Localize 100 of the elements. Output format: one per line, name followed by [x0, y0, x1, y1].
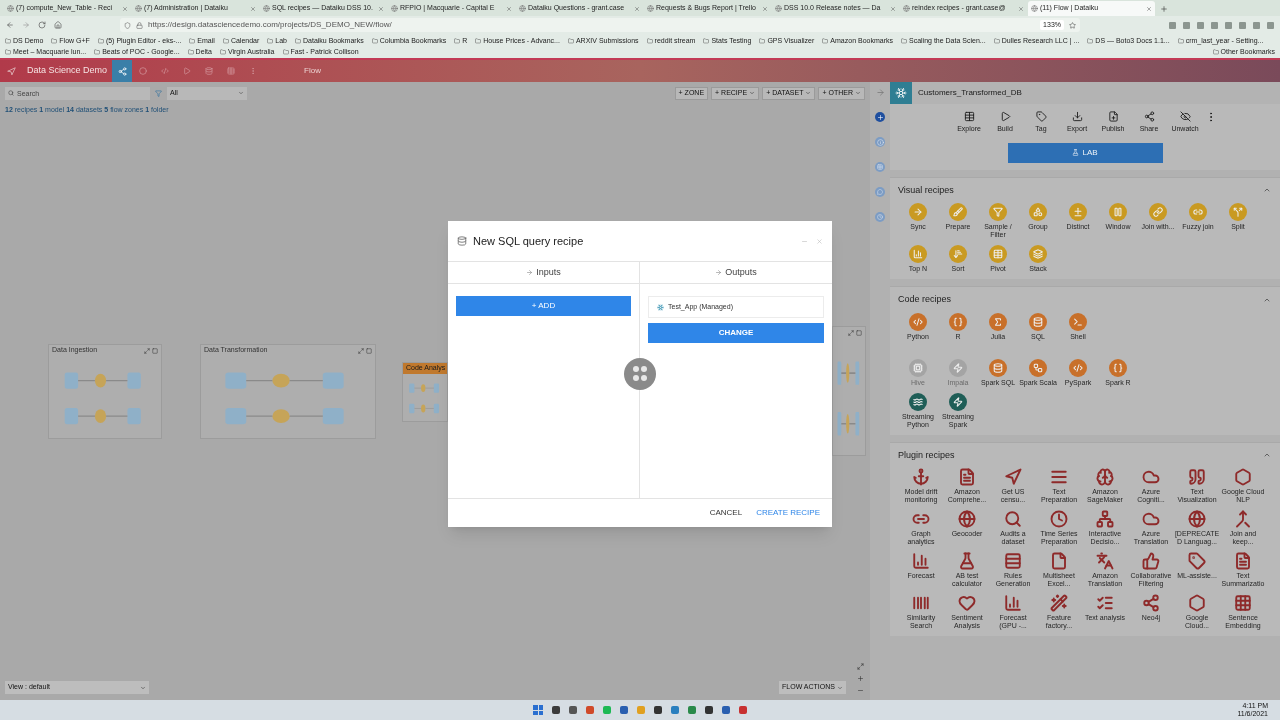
- layers-icon: [1029, 245, 1047, 263]
- app-icon[interactable]: [569, 706, 577, 714]
- home-icon[interactable]: [54, 21, 62, 29]
- folder-icon: [646, 37, 653, 44]
- info-icon[interactable]: [875, 137, 885, 147]
- close-icon[interactable]: [378, 5, 384, 12]
- app-icon[interactable]: [654, 706, 662, 714]
- brain-icon: [1096, 468, 1114, 486]
- publish-icon: [1107, 111, 1119, 122]
- caret-icon: [140, 684, 146, 691]
- app-icon[interactable]: [620, 706, 628, 714]
- folder-icon: [267, 37, 274, 44]
- folder-icon: [454, 37, 461, 44]
- arrow-icon[interactable]: [875, 88, 885, 97]
- app-icon[interactable]: [705, 706, 713, 714]
- expand-icon[interactable]: [358, 347, 364, 354]
- close-icon[interactable]: [890, 5, 896, 12]
- tag-icon: [1188, 552, 1206, 570]
- close-icon[interactable]: [506, 5, 512, 12]
- folder-icon: [567, 37, 574, 44]
- nav-icon[interactable]: [161, 67, 170, 75]
- hexagon-icon: [1234, 468, 1252, 486]
- app-icon[interactable]: [586, 706, 594, 714]
- search-icon: [1004, 510, 1022, 528]
- fit-icon[interactable]: [857, 663, 864, 670]
- flow-nav-icon[interactable]: [112, 60, 133, 82]
- folder-icon: [1212, 48, 1219, 55]
- clock-icon[interactable]: [875, 212, 885, 222]
- funnel-icon: [989, 203, 1007, 221]
- table-icon[interactable]: [875, 162, 885, 172]
- close-icon[interactable]: [816, 237, 823, 245]
- change-button[interactable]: CHANGE: [648, 323, 824, 343]
- bookmark-star-icon[interactable]: [1069, 21, 1076, 29]
- back-icon[interactable]: [6, 21, 14, 29]
- project-title[interactable]: Data Science Demo: [22, 64, 113, 78]
- folder-icon: [189, 37, 196, 44]
- expand-icon[interactable]: [144, 347, 150, 354]
- cloud-icon: [1142, 468, 1160, 486]
- create-recipe-button[interactable]: CREATE RECIPE: [756, 507, 820, 519]
- close-icon[interactable]: [1146, 5, 1152, 12]
- nav-icon[interactable]: [139, 67, 148, 75]
- sort-icon: [949, 245, 967, 263]
- chat-icon[interactable]: [875, 187, 885, 197]
- lab-button[interactable]: LAB: [1007, 142, 1163, 163]
- reload-icon[interactable]: [38, 21, 46, 29]
- close-icon[interactable]: [1018, 5, 1024, 12]
- close-icon[interactable]: [250, 5, 256, 12]
- page-title: Flow: [304, 65, 321, 77]
- folder-icon: [475, 37, 482, 44]
- zoom-out-icon[interactable]: [857, 687, 864, 694]
- nav-icon[interactable]: [183, 67, 192, 75]
- flow-zone[interactable]: [832, 326, 866, 456]
- link-icon: [1149, 203, 1167, 221]
- eye-off-icon: [1179, 111, 1191, 122]
- close-icon[interactable]: [122, 5, 128, 12]
- close-icon[interactable]: [634, 5, 640, 12]
- caret-icon: [238, 90, 244, 96]
- favicon-icon: [775, 5, 782, 12]
- folder-icon: [187, 48, 194, 55]
- navigation-arrow-icon: [1004, 468, 1022, 486]
- app-icon[interactable]: [688, 706, 696, 714]
- document-icon: [958, 468, 976, 486]
- output-arrow-icon: [715, 269, 723, 276]
- add-input-button[interactable]: + ADD: [456, 296, 631, 316]
- zoom-in-icon[interactable]: [857, 675, 864, 682]
- caret-icon: [749, 90, 756, 96]
- app-icon[interactable]: [671, 706, 679, 714]
- window-icon[interactable]: [856, 329, 862, 336]
- folder-icon: [371, 37, 378, 44]
- window-icon[interactable]: [152, 347, 158, 354]
- caret-icon: [855, 90, 861, 96]
- nav-icon[interactable]: [205, 67, 214, 75]
- app-icon[interactable]: [552, 706, 560, 714]
- merge-icon: [1234, 510, 1252, 528]
- flask-icon: [958, 552, 976, 570]
- link-icon: [1189, 203, 1207, 221]
- app-icon[interactable]: [739, 706, 747, 714]
- app-icon[interactable]: [722, 706, 730, 714]
- new-tab-icon[interactable]: [1160, 5, 1168, 13]
- cancel-button[interactable]: CANCEL: [709, 507, 743, 519]
- bar-chart-icon: [912, 552, 930, 570]
- snowflake-icon: [657, 303, 664, 311]
- clock-icon: [1050, 510, 1068, 528]
- favicon-icon: [1031, 5, 1038, 12]
- favicon-icon: [135, 5, 142, 12]
- windows-logo-icon[interactable]: [533, 705, 543, 715]
- folder-icon: [295, 37, 301, 44]
- folder-icon: [822, 37, 829, 44]
- lines-icon: [1050, 468, 1068, 486]
- plus-icon[interactable]: [875, 112, 885, 122]
- forward-icon[interactable]: [22, 21, 30, 29]
- hierarchy-icon: [1096, 510, 1114, 528]
- filter-icon[interactable]: [155, 89, 162, 97]
- section-title: Plugin recipes: [898, 448, 955, 462]
- window-icon[interactable]: [366, 347, 372, 354]
- expand-icon[interactable]: [848, 329, 854, 336]
- file-icon: [1050, 552, 1068, 570]
- close-icon[interactable]: [762, 5, 768, 12]
- shield-icon: [124, 21, 131, 29]
- nav-icon[interactable]: [227, 67, 236, 75]
